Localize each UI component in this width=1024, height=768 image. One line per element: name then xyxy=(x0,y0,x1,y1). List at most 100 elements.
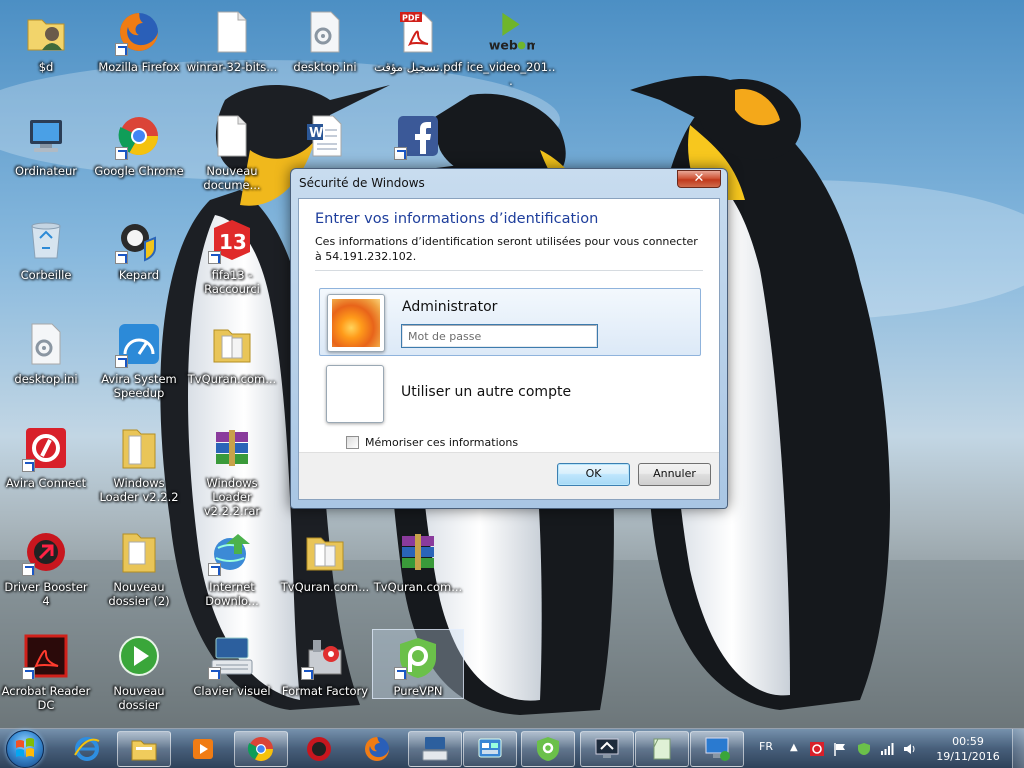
desktop-icon-driver-booster[interactable]: Driver Booster 4 xyxy=(0,522,92,622)
desktop-icon-desktop-ini-2[interactable]: desktop.ini xyxy=(0,314,92,414)
settings-file-icon xyxy=(301,8,349,56)
desktop-icon-on-screen-keyboard[interactable]: Clavier visuel xyxy=(186,626,278,726)
taskbar-driver-booster[interactable] xyxy=(292,731,346,767)
desktop-icon-new-document[interactable]: Nouveau docume... xyxy=(186,106,278,206)
remember-credentials[interactable]: Mémoriser ces informations xyxy=(346,436,518,449)
clock-date: 19/11/2016 xyxy=(936,750,1000,763)
desktop-icon-new-folder[interactable]: Nouveau dossier xyxy=(93,626,185,726)
close-button[interactable]: ✕ xyxy=(677,170,721,188)
desktop-icon-tvquran-folder[interactable]: TvQuran.com... xyxy=(186,314,278,414)
desktop-icon-avira-connect[interactable]: Avira Connect xyxy=(0,418,92,518)
file-explorer-icon xyxy=(130,735,158,763)
taskbar-notes[interactable] xyxy=(635,731,689,767)
desktop-icon-label: Kepard xyxy=(118,268,160,282)
internet-explorer-icon xyxy=(73,735,101,763)
taskbar-file-explorer[interactable] xyxy=(117,731,171,767)
show-desktop-button[interactable] xyxy=(1012,729,1024,768)
taskbar-firefox[interactable] xyxy=(350,731,404,767)
desktop-icon-label: ice_video_201... xyxy=(466,60,556,88)
dialog-heading: Entrer vos informations d’identification xyxy=(315,211,599,227)
show-hidden-icons-icon[interactable]: ▲ xyxy=(790,742,804,756)
notes-icon xyxy=(648,735,676,763)
remember-checkbox[interactable] xyxy=(346,436,359,449)
input-language-indicator[interactable]: FR xyxy=(759,740,773,753)
desktop-icon-windows-loader-folder[interactable]: Windows Loader v2.2.2 xyxy=(93,418,185,518)
account-tile-administrator[interactable]: Administrator xyxy=(319,288,701,356)
account-tile-other[interactable]: Utiliser un autre compte xyxy=(319,360,701,428)
blank-file-icon xyxy=(208,112,256,160)
computer-icon xyxy=(22,112,70,160)
driver-booster-icon xyxy=(22,528,70,576)
purevpn-icon xyxy=(534,735,562,763)
settings-file-icon xyxy=(22,320,70,368)
desktop-icon-kepard[interactable]: Kepard xyxy=(93,210,185,310)
desktop-icon-new-folder-2[interactable]: Nouveau dossier (2) xyxy=(93,522,185,622)
action-center-flag-icon[interactable] xyxy=(833,742,847,756)
desktop-icon-label: Acrobat Reader DC xyxy=(1,684,91,712)
format-factory-icon xyxy=(301,632,349,680)
shortcut-arrow-icon xyxy=(208,563,221,576)
svg-text:W: W xyxy=(309,126,323,141)
svg-text:PDF: PDF xyxy=(402,14,420,23)
desktop-icon-acrobat-reader[interactable]: Acrobat Reader DC xyxy=(0,626,92,726)
taskbar-internet-explorer[interactable] xyxy=(60,731,114,767)
remote-desktop-icon xyxy=(593,735,621,763)
taskbar-remote-desktop-connection[interactable] xyxy=(690,731,744,767)
desktop-icon-firefox[interactable]: Mozilla Firefox xyxy=(93,2,185,102)
system-clock[interactable]: 00:59 19/11/2016 xyxy=(934,734,1002,764)
desktop-icon-recycle-bin[interactable]: Corbeille xyxy=(0,210,92,310)
network-icon[interactable] xyxy=(880,742,894,756)
dialog-body: Entrer vos informations d’identification… xyxy=(298,198,720,500)
desktop-icon-label: PureVPN xyxy=(393,684,443,698)
desktop-icon-winrar-file[interactable]: winrar-32-bits... xyxy=(186,2,278,102)
desktop-icon-format-factory[interactable]: Format Factory xyxy=(279,626,371,726)
volume-icon[interactable] xyxy=(903,742,917,756)
desktop-icon-internet-download-manager[interactable]: Internet Downlo... xyxy=(186,522,278,622)
recycle-bin-icon xyxy=(22,216,70,264)
ok-button[interactable]: OK xyxy=(557,463,630,486)
dialog-titlebar[interactable]: Sécurité de Windows ✕ xyxy=(291,169,727,197)
desktop-icon-pdf[interactable]: PDF تسجيل مؤقت.pdf xyxy=(372,2,464,102)
media-player-icon xyxy=(115,632,163,680)
desktop-icon-avira-speedup[interactable]: Avira System Speedup xyxy=(93,314,185,414)
desktop-icon-windows-loader-rar[interactable]: Windows Loader v2.2.2.rar xyxy=(186,418,278,518)
shortcut-arrow-icon xyxy=(115,355,128,368)
shortcut-arrow-icon xyxy=(115,251,128,264)
desktop-icon-label: Nouveau dossier xyxy=(113,684,165,712)
password-input[interactable] xyxy=(401,324,598,348)
taskbar-purevpn[interactable] xyxy=(521,731,575,767)
desktop-icon-label: Driver Booster 4 xyxy=(4,580,88,608)
desktop-icon-label: Google Chrome xyxy=(94,164,184,178)
desktop-icon-user[interactable]: $d xyxy=(0,2,92,102)
purevpn-tray-icon[interactable] xyxy=(857,742,871,756)
blank-file-icon xyxy=(208,8,256,56)
desktop-icon-tvquran-rar[interactable]: TvQuran.com... xyxy=(372,522,464,622)
desktop-icon-tvquran-folder-2[interactable]: TvQuran.com... xyxy=(279,522,371,622)
taskbar-on-screen-keyboard[interactable] xyxy=(408,731,462,767)
taskbar-chrome[interactable] xyxy=(234,731,288,767)
desktop-icon-label: $d xyxy=(38,60,54,74)
start-button[interactable] xyxy=(6,730,44,768)
desktop-icon-label: Mozilla Firefox xyxy=(98,60,180,74)
desktop-icon-desktop-ini[interactable]: desktop.ini xyxy=(279,2,371,102)
avira-tray-icon[interactable] xyxy=(810,742,824,756)
firefox-icon xyxy=(363,735,391,763)
desktop-icon-chrome[interactable]: Google Chrome xyxy=(93,106,185,206)
taskbar-remote-desktop[interactable] xyxy=(580,731,634,767)
shortcut-arrow-icon xyxy=(394,667,407,680)
acrobat-icon xyxy=(22,632,70,680)
windows-logo-icon xyxy=(16,738,34,757)
desktop-icon-label: fifa13 - Raccourci xyxy=(204,268,260,296)
desktop-icon-webm-video[interactable]: webm ice_video_201... xyxy=(465,2,557,102)
taskbar-media-center[interactable] xyxy=(176,731,230,767)
kepard-icon xyxy=(115,216,163,264)
cancel-button[interactable]: Annuler xyxy=(638,463,711,486)
desktop-icon-label: Windows Loader v2.2.2 xyxy=(99,476,179,504)
desktop-icon-purevpn[interactable]: PureVPN xyxy=(372,629,464,699)
purevpn-icon xyxy=(394,636,442,680)
svg-text:m: m xyxy=(526,37,535,52)
taskbar-control-panel[interactable] xyxy=(463,731,517,767)
shortcut-arrow-icon xyxy=(208,667,221,680)
desktop-icon-computer[interactable]: Ordinateur xyxy=(0,106,92,206)
desktop-icon-fifa13[interactable]: 13 fifa13 - Raccourci xyxy=(186,210,278,310)
